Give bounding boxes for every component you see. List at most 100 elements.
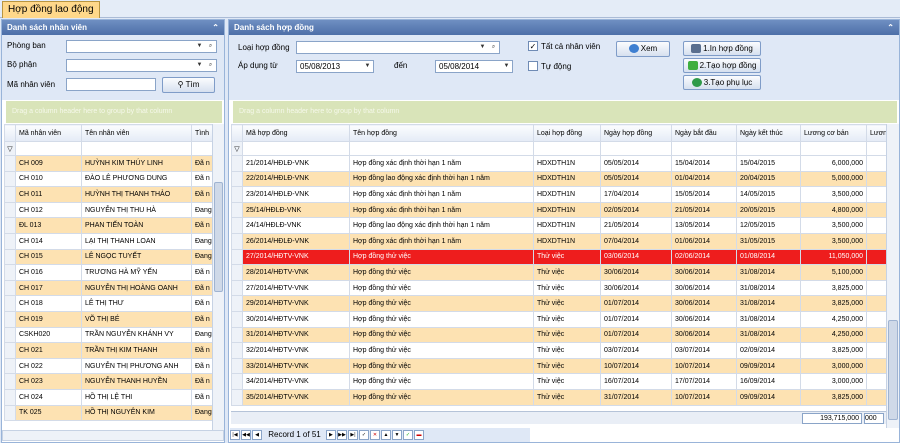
col-header[interactable]: Loại hợp đồng bbox=[533, 124, 601, 142]
filter-cell[interactable] bbox=[533, 141, 601, 156]
row-indicator[interactable] bbox=[4, 170, 16, 188]
row-indicator[interactable] bbox=[231, 264, 243, 281]
table-row[interactable]: TK 025 HỒ THỊ NGUYÊN KIM Đang bbox=[4, 404, 213, 422]
table-row[interactable]: CH 017 NGUYỄN THỊ HOÀNG OANH Đã n bbox=[4, 279, 213, 297]
col-header[interactable]: Ngày hợp đồng bbox=[600, 124, 672, 142]
row-indicator[interactable] bbox=[4, 357, 16, 375]
first-record-button[interactable]: |◀ bbox=[230, 429, 240, 440]
row-indicator[interactable] bbox=[231, 295, 243, 312]
row-indicator[interactable] bbox=[4, 186, 16, 203]
col-header[interactable]: Ngày kết thúc bbox=[736, 124, 801, 142]
search-button[interactable]: ⚲ Tìm bbox=[162, 77, 215, 93]
row-indicator[interactable] bbox=[4, 248, 16, 266]
filter-icon[interactable]: ▽ bbox=[4, 141, 16, 156]
chevron-down-icon[interactable]: ▼ bbox=[501, 61, 512, 72]
table-row[interactable]: 32/2014/HĐTV-VNK Hợp đồng thử việc Thử việ… bbox=[231, 342, 887, 359]
save-button[interactable]: ✓ bbox=[402, 429, 413, 440]
dept-select[interactable]: ▼ ⌕ bbox=[66, 40, 217, 53]
row-indicator[interactable] bbox=[4, 388, 16, 406]
table-row[interactable]: CSKH020 TRẦN NGUYỄN KHÁNH VY Đang bbox=[4, 326, 213, 344]
contract-type-select[interactable]: ▼ ⌕ bbox=[296, 41, 500, 54]
row-indicator[interactable] bbox=[231, 373, 243, 390]
table-row[interactable]: CH 023 NGUYỄN THANH HUYỀN Đã n bbox=[4, 373, 213, 390]
filter-cell[interactable] bbox=[600, 141, 672, 156]
next-page-button[interactable]: ▶▶ bbox=[336, 429, 347, 440]
filter-cell[interactable] bbox=[242, 141, 350, 156]
col-header[interactable]: Tên hợp đồng bbox=[349, 124, 534, 142]
delete-button[interactable]: ▬ bbox=[413, 429, 424, 440]
col-header[interactable]: Lương cơ bản bbox=[800, 124, 867, 142]
row-indicator[interactable] bbox=[231, 357, 243, 375]
row-indicator[interactable] bbox=[231, 310, 243, 328]
col-emp-code[interactable]: Mã nhân viên bbox=[15, 124, 82, 142]
row-indicator[interactable] bbox=[231, 186, 243, 203]
create-appendix-button[interactable]: 3.Tạo phụ lục bbox=[683, 75, 761, 90]
table-row[interactable]: 27/2014/HĐTV-VNK Hợp đồng thử việc Thử việ… bbox=[231, 248, 887, 266]
row-indicator[interactable] bbox=[4, 295, 16, 312]
create-contract-button[interactable]: 2.Tạo hợp đồng bbox=[683, 58, 761, 73]
col-status[interactable]: Tình bbox=[191, 124, 213, 142]
search-icon[interactable]: ⌕ bbox=[488, 42, 499, 53]
collapse-icon[interactable]: ⌃ bbox=[212, 20, 219, 35]
table-row[interactable]: ĐL 013 PHAN TIẾN TOÀN Đã n bbox=[4, 217, 213, 234]
move-up-button[interactable]: ▲ bbox=[380, 429, 391, 440]
employee-scrollbar[interactable] bbox=[212, 124, 224, 434]
search-icon[interactable]: ⌕ bbox=[205, 41, 216, 52]
row-indicator[interactable] bbox=[231, 201, 243, 219]
contract-scrollbar[interactable] bbox=[886, 124, 899, 428]
chevron-down-icon[interactable]: ▼ bbox=[194, 41, 205, 52]
table-row[interactable]: 27/2014/HĐTV-VNK Hợp đồng thử việc Thử việ… bbox=[231, 279, 887, 297]
search-icon[interactable]: ⌕ bbox=[205, 60, 216, 71]
row-indicator[interactable] bbox=[4, 279, 16, 297]
table-row[interactable]: CH 011 HUỲNH THỊ THANH THẢO Đã n bbox=[4, 186, 213, 203]
tab-contracts[interactable]: Hợp đồng lao động bbox=[2, 1, 100, 18]
col-header[interactable]: Mã hợp đồng bbox=[242, 124, 350, 142]
filter-icon[interactable]: ▽ bbox=[231, 141, 243, 156]
table-row[interactable]: CH 012 NGUYỄN THỊ THU HÀ Đang bbox=[4, 201, 213, 219]
table-row[interactable]: CH 009 HUỲNH KIM THÚY LINH Đã n bbox=[4, 155, 213, 172]
chevron-down-icon[interactable]: ▼ bbox=[194, 60, 205, 71]
view-button[interactable]: Xem bbox=[616, 41, 670, 57]
scroll-thumb[interactable] bbox=[214, 182, 223, 292]
row-indicator[interactable] bbox=[231, 170, 243, 188]
filter-cell[interactable] bbox=[866, 141, 887, 156]
table-row[interactable]: CH 010 ĐÀO LÊ PHƯƠNG DUNG Đã n bbox=[4, 170, 213, 188]
next-record-button[interactable]: ▶ bbox=[325, 429, 336, 440]
table-row[interactable]: 34/2014/HĐTV-VNK Hợp đồng thử việc Thử việ… bbox=[231, 373, 887, 390]
table-row[interactable]: 29/2014/HĐTV-VNK Hợp đồng thử việc Thử việ… bbox=[231, 295, 887, 312]
table-row[interactable]: CH 022 NGUYỄN THỊ PHƯƠNG ANH Đã n bbox=[4, 357, 213, 375]
row-indicator[interactable] bbox=[4, 232, 16, 250]
auto-checkbox[interactable] bbox=[528, 61, 538, 71]
scroll-thumb[interactable] bbox=[888, 320, 898, 420]
table-row[interactable]: 33/2014/HĐTV-VNK Hợp đồng thử việc Thử việ… bbox=[231, 357, 887, 375]
row-indicator[interactable] bbox=[4, 373, 16, 390]
row-indicator[interactable] bbox=[231, 155, 243, 172]
prev-record-button[interactable]: ◀ bbox=[252, 429, 262, 440]
col-emp-name[interactable]: Tên nhân viên bbox=[81, 124, 192, 142]
row-indicator[interactable] bbox=[4, 404, 16, 422]
table-row[interactable]: 30/2014/HĐTV-VNK Hợp đồng thử việc Thử việ… bbox=[231, 310, 887, 328]
col-header[interactable]: Lươn bbox=[866, 124, 887, 142]
row-indicator[interactable] bbox=[231, 342, 243, 359]
cancel-edit-button[interactable]: ✕ bbox=[369, 429, 380, 440]
table-row[interactable]: 31/2014/HĐTV-VNK Hợp đồng thử việc Thử việ… bbox=[231, 326, 887, 344]
date-from-input[interactable]: 05/08/2013 ▼ bbox=[296, 60, 374, 73]
hscroll-left[interactable] bbox=[2, 430, 224, 441]
move-down-button[interactable]: ▼ bbox=[391, 429, 402, 440]
row-indicator[interactable] bbox=[4, 217, 16, 234]
table-row[interactable]: CH 014 LẠI THỊ THANH LOAN Đang bbox=[4, 232, 213, 250]
col-header[interactable]: Ngày bắt đầu bbox=[671, 124, 737, 142]
filter-cell[interactable] bbox=[15, 141, 82, 156]
table-row[interactable]: 28/2014/HĐTV-VNK Hợp đồng thử việc Thử việ… bbox=[231, 264, 887, 281]
row-indicator[interactable] bbox=[231, 248, 243, 266]
table-row[interactable]: 24/14/HĐLĐ-VNK Hợp đồng lao động xác định… bbox=[231, 217, 887, 234]
filter-cell[interactable] bbox=[800, 141, 867, 156]
table-row[interactable]: CH 024 HỒ THỊ LỆ THI Đã n bbox=[4, 388, 213, 406]
last-record-button[interactable]: ▶| bbox=[347, 429, 358, 440]
date-to-input[interactable]: 05/08/2014 ▼ bbox=[435, 60, 513, 73]
prev-page-button[interactable]: ◀◀ bbox=[241, 429, 251, 440]
group-by-area[interactable]: Drag a column header here to group by th… bbox=[6, 101, 222, 123]
table-row[interactable]: CH 016 TRƯƠNG HÀ MỸ YẾN Đã n bbox=[4, 264, 213, 281]
filter-cell[interactable] bbox=[191, 141, 213, 156]
row-indicator[interactable] bbox=[4, 310, 16, 328]
